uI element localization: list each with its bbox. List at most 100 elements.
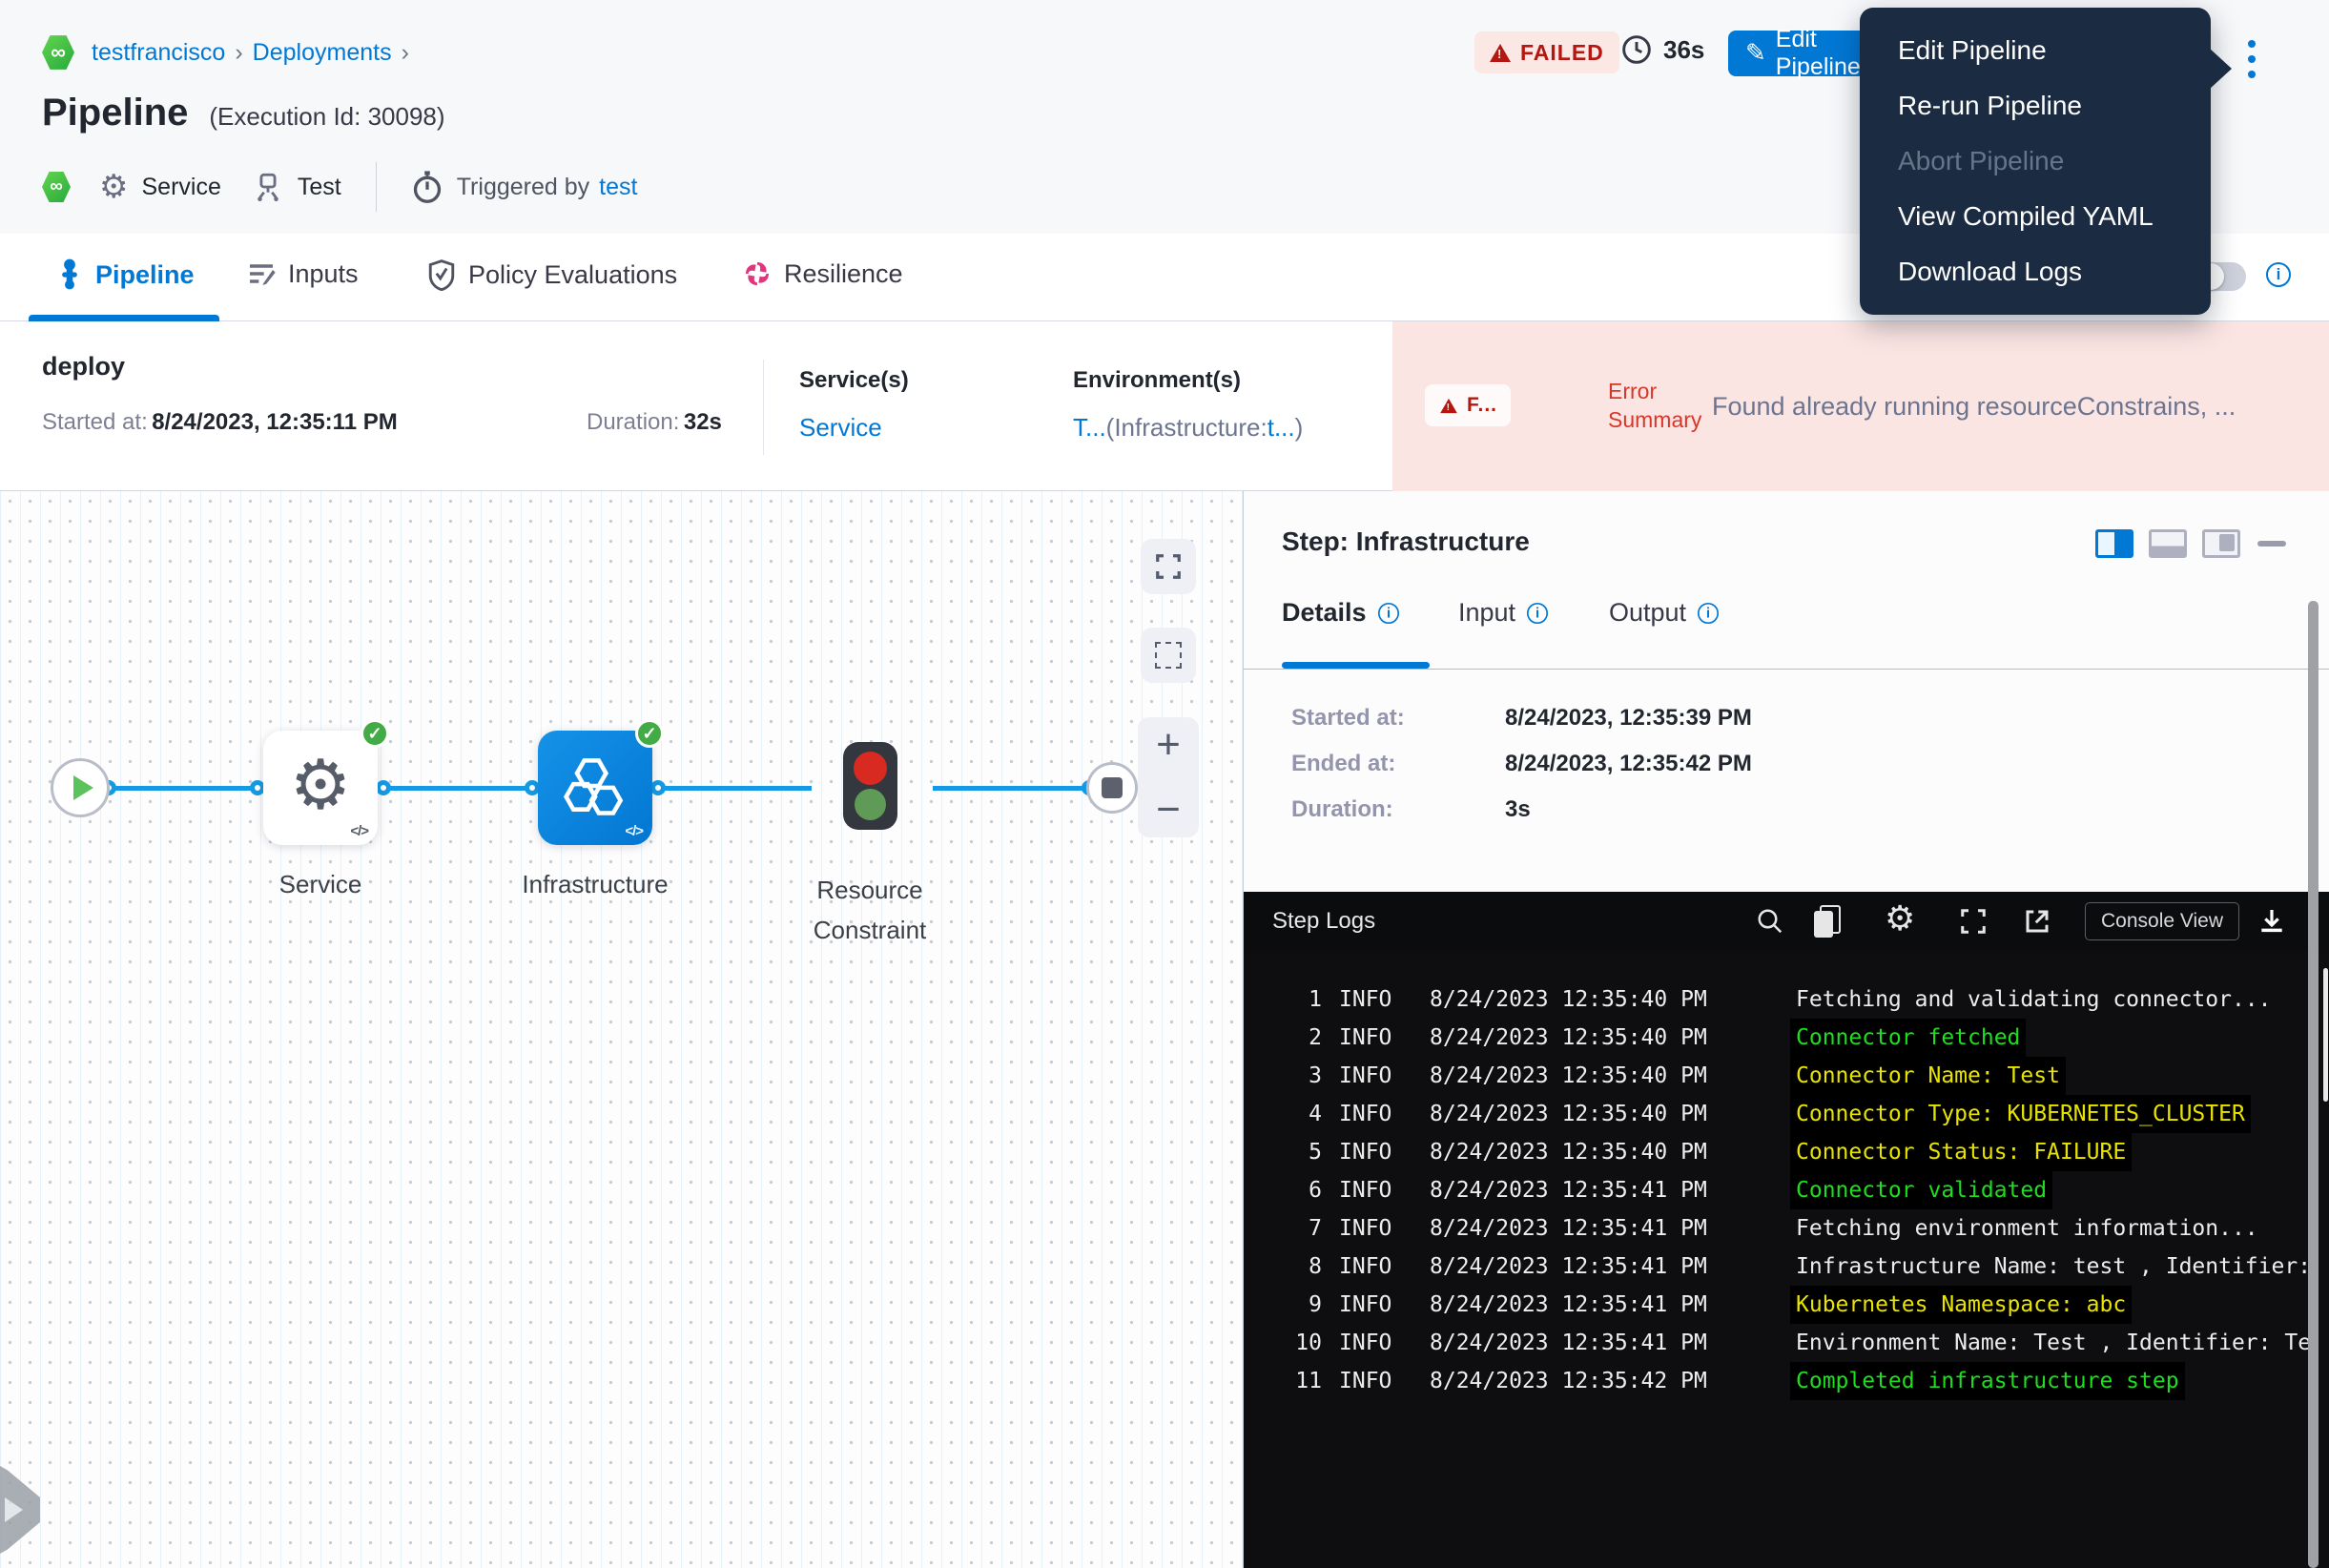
- harness-logo-icon: ∞: [42, 171, 71, 203]
- elapsed-time-value: 36s: [1663, 35, 1704, 65]
- connector-dot: [650, 780, 666, 795]
- minimize-panel-button[interactable]: [2257, 541, 2286, 547]
- play-icon: [73, 775, 93, 800]
- tab-input[interactable]: Input i: [1458, 598, 1550, 628]
- pipeline-execution-page: ∞ testfrancisco › Deployments › Pipeline…: [0, 0, 2329, 1568]
- duration-value: 32s: [684, 409, 722, 435]
- connector-line: [933, 786, 1089, 791]
- node-service[interactable]: ⚙ </> ✓: [263, 731, 378, 845]
- tab-resilience-label: Resilience: [784, 259, 903, 289]
- code-badge: </>: [625, 823, 643, 839]
- open-in-new-icon[interactable]: [2023, 907, 2051, 936]
- copy-logs-icon[interactable]: [1820, 905, 1841, 934]
- menu-item-download-logs[interactable]: Download Logs: [1860, 244, 2211, 299]
- breadcrumb-project-link[interactable]: testfrancisco: [92, 39, 225, 67]
- stage-name[interactable]: deploy: [42, 352, 125, 382]
- success-check-icon: ✓: [361, 719, 389, 748]
- step-details-panel: Step: Infrastructure Details i Input i O…: [1243, 491, 2329, 1568]
- info-icon[interactable]: i: [1377, 602, 1398, 623]
- layout-drawer-button[interactable]: [2202, 529, 2240, 558]
- pipeline-icon: [55, 258, 84, 291]
- log-fullscreen-icon[interactable]: [1959, 907, 1988, 936]
- zoom-in-button[interactable]: +: [1156, 729, 1181, 761]
- resilience-icon: [742, 258, 773, 289]
- info-icon[interactable]: i: [1698, 602, 1719, 623]
- more-options-kebab-menu[interactable]: [2240, 29, 2263, 90]
- connector-dot: [376, 780, 391, 795]
- tab-output-label: Output: [1609, 598, 1686, 628]
- pipeline-meta-row: ∞ ⚙ Service Test Triggered by test: [42, 164, 637, 210]
- node-infrastructure[interactable]: </> ✓: [538, 731, 652, 845]
- tab-pipeline-label: Pipeline: [95, 260, 195, 290]
- log-scrollbar[interactable]: [2323, 968, 2328, 1102]
- left-panel-expand-handle[interactable]: [0, 1448, 40, 1568]
- stage-started: Started at: 8/24/2023, 12:35:11 PM: [42, 409, 398, 436]
- error-badge-label: F...: [1467, 394, 1497, 417]
- error-status-badge: F...: [1425, 384, 1511, 426]
- red-light: [854, 752, 887, 785]
- error-summary-message[interactable]: Found already running resourceConstrains…: [1712, 392, 2303, 422]
- detail-label: Ended at:: [1291, 751, 1395, 777]
- infrastructure-link[interactable]: t...: [1268, 413, 1295, 442]
- tab-policy-evaluations[interactable]: Policy Evaluations: [426, 258, 677, 291]
- started-label: Started at:: [42, 409, 148, 435]
- tab-details[interactable]: Details i: [1282, 598, 1401, 628]
- pipeline-end-node[interactable]: [1086, 762, 1138, 814]
- search-logs-icon[interactable]: [1756, 907, 1784, 936]
- step-panel-title: Step: Infrastructure: [1282, 526, 1530, 557]
- stop-icon: [1102, 777, 1123, 798]
- inputs-icon: [246, 258, 277, 289]
- environment-link[interactable]: T...: [1073, 413, 1106, 442]
- menu-item-edit-pipeline[interactable]: Edit Pipeline: [1860, 23, 2211, 78]
- triggered-by-user-link[interactable]: test: [599, 174, 637, 201]
- menu-item-rerun-pipeline[interactable]: Re-run Pipeline: [1860, 78, 2211, 134]
- warning-triangle-icon: [1440, 398, 1457, 412]
- duration-label: Duration:: [587, 409, 679, 435]
- info-icon[interactable]: i: [2266, 262, 2291, 287]
- environment-name: Test: [298, 174, 341, 201]
- breadcrumb-separator: ›: [392, 39, 419, 67]
- canvas-fullscreen-button[interactable]: [1141, 539, 1196, 594]
- step-logs-title: Step Logs: [1272, 908, 1375, 935]
- title-row: Pipeline (Execution Id: 30098): [42, 92, 445, 134]
- pipeline-canvas[interactable]: ⚙ </> ✓ Service </> ✓ Infrastructure Res…: [0, 491, 1243, 1568]
- menu-arrow: [2209, 48, 2232, 90]
- page-scrollbar[interactable]: [2308, 601, 2319, 1568]
- canvas-marquee-select-button[interactable]: [1141, 628, 1196, 683]
- console-view-button[interactable]: Console View: [2085, 902, 2239, 940]
- pipeline-start-node[interactable]: [51, 758, 110, 817]
- green-light: [855, 789, 886, 820]
- menu-item-view-compiled-yaml[interactable]: View Compiled YAML: [1860, 189, 2211, 244]
- layout-split-bottom-button[interactable]: [2149, 529, 2187, 558]
- clock-icon: [1621, 34, 1652, 65]
- detail-value: 8/24/2023, 12:35:42 PM: [1505, 751, 1752, 777]
- step-logs-toolbar: Step Logs ⚙ Console View: [1244, 892, 2329, 951]
- tab-output[interactable]: Output i: [1609, 598, 1721, 628]
- service-name: Service: [141, 174, 220, 201]
- breadcrumb: ∞ testfrancisco › Deployments ›: [42, 34, 419, 71]
- services-label: Service(s): [799, 367, 909, 394]
- tab-inputs[interactable]: Inputs: [246, 258, 359, 289]
- log-settings-gear-icon[interactable]: ⚙: [1885, 899, 1915, 939]
- infrastructure-hexagons-icon: [559, 750, 631, 822]
- stopwatch-icon: [411, 170, 443, 204]
- harness-logo-icon: ∞: [42, 34, 74, 71]
- step-logs-output[interactable]: 1INFO8/24/2023 12:35:40 PMFetching and v…: [1244, 951, 2329, 1568]
- node-service-label: Service: [235, 870, 406, 899]
- connector-line: [658, 786, 812, 791]
- tab-pipeline[interactable]: Pipeline: [55, 258, 195, 291]
- service-gear-icon: ⚙: [99, 168, 128, 206]
- info-icon[interactable]: i: [1527, 602, 1548, 623]
- breadcrumb-separator: ›: [225, 39, 252, 67]
- active-tab-underline: [29, 315, 219, 321]
- layout-split-right-button[interactable]: [2095, 529, 2133, 558]
- zoom-out-button[interactable]: −: [1156, 794, 1181, 826]
- tab-resilience[interactable]: Resilience: [742, 258, 903, 289]
- service-link[interactable]: Service: [799, 413, 882, 443]
- download-logs-icon[interactable]: [2257, 906, 2287, 937]
- marquee-icon: [1155, 642, 1182, 669]
- menu-item-abort-pipeline: Abort Pipeline: [1860, 134, 2211, 189]
- node-resource-constraint[interactable]: [843, 742, 897, 830]
- breadcrumb-deployments-link[interactable]: Deployments: [253, 39, 392, 67]
- pencil-icon: ✎: [1745, 39, 1766, 68]
